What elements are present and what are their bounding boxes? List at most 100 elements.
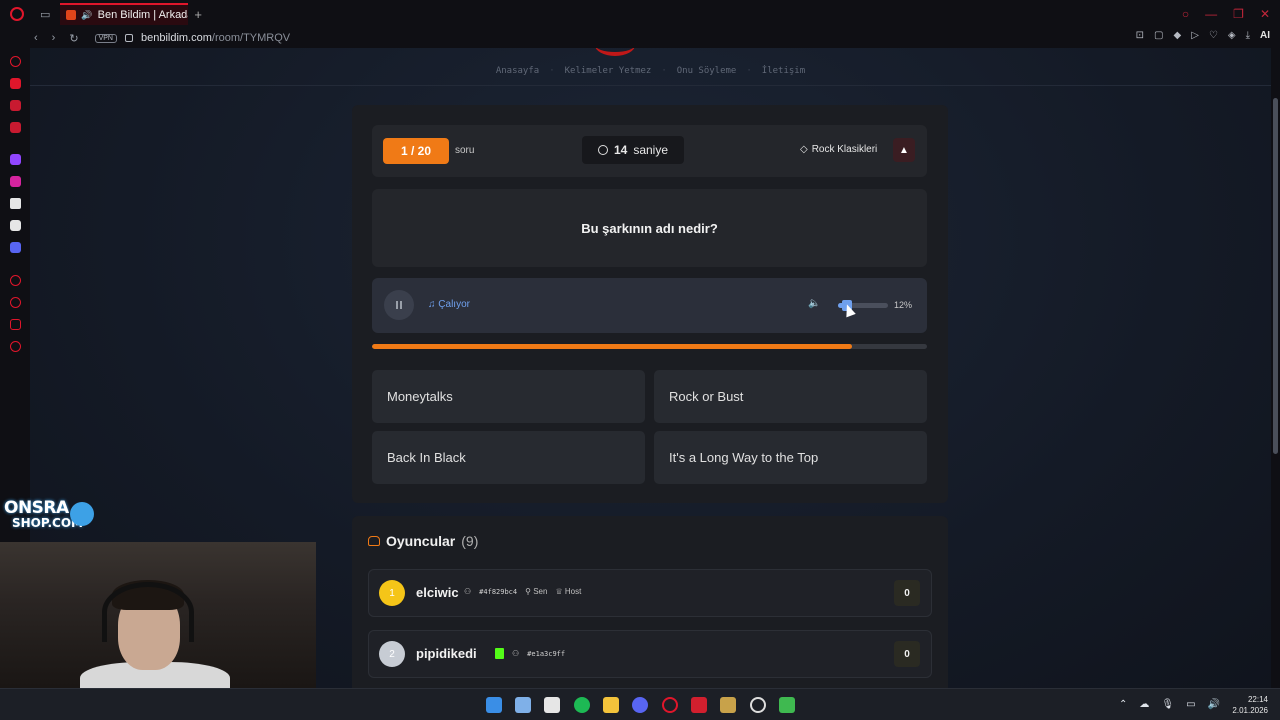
sidebar-player-icon[interactable] [10, 275, 21, 286]
answer-option-2[interactable]: Rock or Bust [654, 370, 927, 423]
playing-status: ♫ Çalıyor [428, 299, 470, 310]
sidebar-ai-icon[interactable] [10, 78, 21, 89]
audio-playing-icon[interactable]: 🔊 [81, 10, 92, 21]
maximize-button[interactable]: ❐ [1233, 7, 1244, 21]
sidebar-messenger-icon[interactable] [10, 100, 21, 111]
vpn-badge[interactable]: VPN [94, 33, 117, 43]
nav-separator: · [746, 66, 752, 76]
snapshot-icon[interactable]: ▢ [1154, 30, 1163, 41]
download-icon[interactable]: ⤓ [1246, 30, 1250, 41]
chevron-up-icon[interactable]: ⌃ [1119, 699, 1127, 710]
game-card: 1 / 20 soru 14 saniye ◇ Rock Klasikleri … [352, 105, 948, 503]
display-icon[interactable]: ▭ [1186, 699, 1195, 710]
answer-option-3[interactable]: Back In Black [372, 431, 645, 484]
browser-tab-active[interactable]: 🔊 Ben Bildim | Arkadaşla [60, 3, 189, 25]
host-badge: ♕ Host [555, 587, 581, 596]
player-meta: ⚇ #4f829bc4 ⚲ Sen ♕ Host [464, 587, 581, 596]
player-meta: ⚇ #e1a3c9ff [495, 648, 565, 659]
question-counter-badge: 1 / 20 [383, 138, 449, 164]
sidebar-twitch-icon[interactable] [10, 154, 21, 165]
sidebar-settings-icon[interactable] [10, 341, 21, 352]
sidebar-discord-icon[interactable] [10, 242, 21, 253]
pause-button[interactable] [384, 290, 414, 320]
microphone-icon[interactable]: 🎙 [1161, 699, 1174, 710]
scrollbar-thumb[interactable] [1273, 98, 1278, 454]
clock-date: 2.01.2026 [1232, 706, 1268, 715]
you-badge-label: Sen [533, 587, 548, 596]
volume-icon[interactable]: 🔈 [808, 298, 820, 309]
forward-button[interactable]: › [52, 32, 56, 45]
nav-link-onu-soyleme[interactable]: Onu Söyleme [677, 66, 737, 85]
timer: 14 saniye [582, 136, 684, 164]
players-title-label: Oyuncular [386, 533, 456, 549]
tag-icon: ◇ [800, 144, 808, 155]
minimize-button[interactable]: — [1205, 7, 1217, 21]
nav-buttons: ‹ › ↻ [34, 32, 79, 45]
headset-icon [102, 582, 194, 642]
nav-link-iletisim[interactable]: İletişim [762, 66, 805, 85]
store-icon[interactable] [544, 697, 560, 713]
player-name: pipidikedi [416, 646, 477, 661]
new-tab-button[interactable]: + [194, 7, 202, 22]
windows-taskbar: ⌃ ☁ 🎙 ▭ 🔊 22:14 2.01.2026 [0, 688, 1280, 720]
sidebar-tiktok-icon[interactable] [10, 198, 21, 209]
opera-menu-icon[interactable] [10, 7, 24, 21]
tab-title: Ben Bildim | Arkadaşla [97, 9, 189, 21]
league-icon[interactable] [720, 697, 736, 713]
warning-icon: ▲ [899, 144, 909, 156]
discord-icon[interactable] [632, 697, 648, 713]
player-row: 1 elciwic ⚇ #4f829bc4 ⚲ Sen ♕ Host 0 [368, 569, 932, 617]
you-badge: ⚲ Sen [525, 587, 547, 596]
sidebar-history-icon[interactable] [10, 297, 21, 308]
add-friend-icon[interactable]: ⚇ [512, 649, 519, 658]
shield-icon[interactable]: ◆ [1174, 30, 1182, 41]
report-button[interactable]: ▲ [893, 138, 915, 162]
toolbar-right: ⊡ ▢ ◆ ▷ ♡ ◈ ⤓ AI [1136, 30, 1270, 41]
user-icon: ⚲ [525, 587, 534, 596]
workspaces-icon[interactable]: ▭ [40, 8, 50, 21]
file-explorer-icon[interactable] [603, 697, 619, 713]
volume-tray-icon[interactable]: 🔊 [1208, 699, 1220, 710]
spotify-icon[interactable] [574, 697, 590, 713]
ai-button[interactable]: AI [1260, 30, 1270, 41]
nav-link-kelimeler-yetmez[interactable]: Kelimeler Yetmez [565, 66, 652, 85]
office-icon[interactable] [515, 697, 531, 713]
play-icon[interactable]: ▷ [1191, 30, 1199, 41]
url-field[interactable]: benbildim.com/room/TYMRQV [141, 32, 290, 44]
answer-option-4[interactable]: It's a Long Way to the Top [654, 431, 927, 484]
player-id: #4f829bc4 [479, 587, 518, 596]
cloud-icon[interactable]: ☁ [1139, 699, 1149, 710]
sidebar-instagram-icon[interactable] [10, 176, 21, 187]
rank-badge: 1 [379, 580, 405, 606]
back-button[interactable]: ‹ [34, 32, 38, 45]
steam-icon[interactable] [750, 697, 766, 713]
answer-option-1[interactable]: Moneytalks [372, 370, 645, 423]
close-window-button[interactable]: ✕ [1260, 7, 1270, 21]
app-icon[interactable] [691, 697, 707, 713]
extension-icon[interactable]: ◈ [1228, 30, 1236, 41]
reload-button[interactable]: ↻ [69, 32, 78, 45]
taskbar-clock[interactable]: 22:14 2.01.2026 [1232, 694, 1268, 716]
search-tabs-icon[interactable]: ○ [1182, 7, 1189, 21]
sidebar-news-icon[interactable] [10, 122, 21, 133]
webcam-overlay [0, 542, 316, 688]
nav-link-home[interactable]: Anasayfa [496, 66, 539, 85]
heart-icon[interactable]: ♡ [1209, 30, 1218, 41]
user-icon: ⚇ [464, 587, 472, 596]
start-menu-icon[interactable] [486, 697, 502, 713]
playing-status-label: Çalıyor [438, 299, 470, 310]
pin-icon[interactable]: ⊡ [1136, 30, 1144, 41]
time-progress-bar [372, 344, 927, 349]
page-scrollbar[interactable] [1271, 48, 1280, 688]
site-navigation: Anasayfa · Kelimeler Yetmez · Onu Söylem… [30, 66, 1271, 86]
sidebar-extensions-icon[interactable] [10, 319, 21, 330]
url-path: /room/TYMRQV [211, 32, 291, 44]
site-logo[interactable] [595, 48, 635, 56]
clock-icon [597, 145, 608, 155]
sidebar-x-icon[interactable] [10, 220, 21, 231]
sidebar-opera-icon[interactable] [10, 56, 21, 67]
nvidia-icon[interactable] [779, 697, 795, 713]
opera-gx-icon[interactable] [662, 697, 678, 713]
music-note-icon: ♫ [428, 299, 439, 310]
lock-icon[interactable] [124, 34, 133, 42]
